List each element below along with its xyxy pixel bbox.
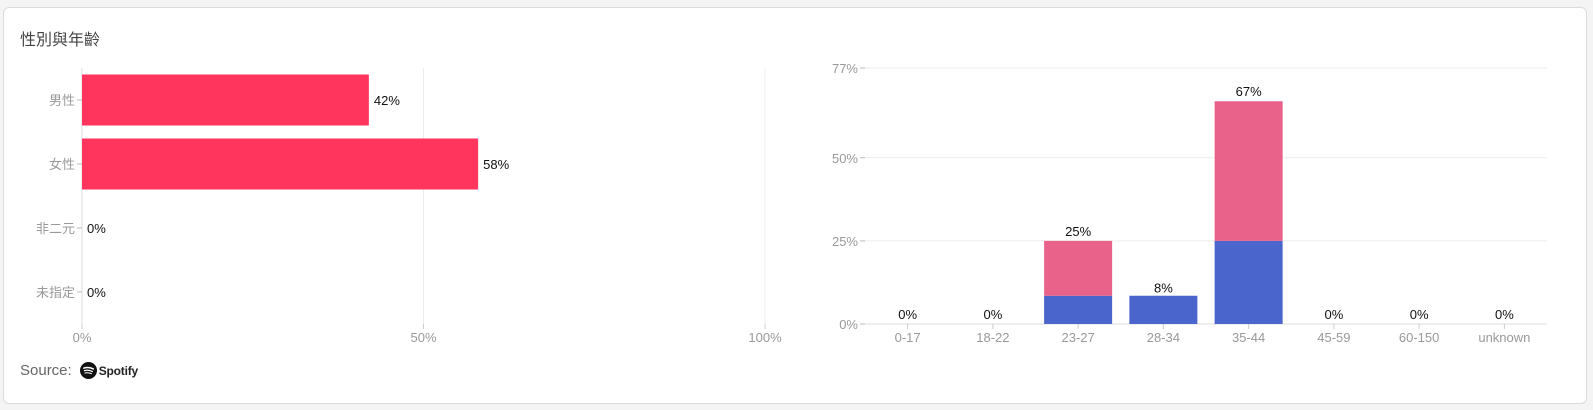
x-tick-label: 45-59 bbox=[1317, 330, 1350, 345]
age-bar-bottom-segment bbox=[1214, 240, 1283, 324]
y-tick-label: 25% bbox=[832, 234, 858, 249]
total-label: 0% bbox=[1495, 307, 1514, 322]
x-tick-label: 18-22 bbox=[976, 330, 1009, 345]
age-bar-bottom-segment bbox=[1129, 295, 1198, 324]
y-tick-label: 77% bbox=[832, 61, 858, 76]
age-bar-top-segment bbox=[1044, 240, 1113, 296]
x-tick-label: 0-17 bbox=[895, 330, 921, 345]
x-tick-label: 60-150 bbox=[1399, 330, 1439, 345]
x-tick-label: 35-44 bbox=[1232, 330, 1265, 345]
y-tick-label: 0% bbox=[839, 317, 858, 332]
total-label: 0% bbox=[983, 307, 1002, 322]
age-bar-bottom-segment bbox=[1044, 295, 1113, 324]
x-tick-label: 23-27 bbox=[1062, 330, 1095, 345]
total-label: 8% bbox=[1154, 280, 1173, 295]
total-label: 0% bbox=[1410, 307, 1429, 322]
total-label: 25% bbox=[1065, 224, 1091, 239]
age-stacked-bar-chart: 0% 25% 50% 77% 0-17 0% 18-22 0% 23-27 25% 28-34 8% 3… bbox=[832, 61, 1547, 345]
y-tick-label: 50% bbox=[832, 151, 858, 166]
total-label: 67% bbox=[1236, 84, 1262, 99]
x-tick-label: 28-34 bbox=[1147, 330, 1180, 345]
total-label: 0% bbox=[1324, 307, 1343, 322]
total-label: 0% bbox=[898, 307, 917, 322]
age-bar-top-segment bbox=[1214, 101, 1283, 241]
x-tick-label: unknown bbox=[1478, 330, 1530, 345]
